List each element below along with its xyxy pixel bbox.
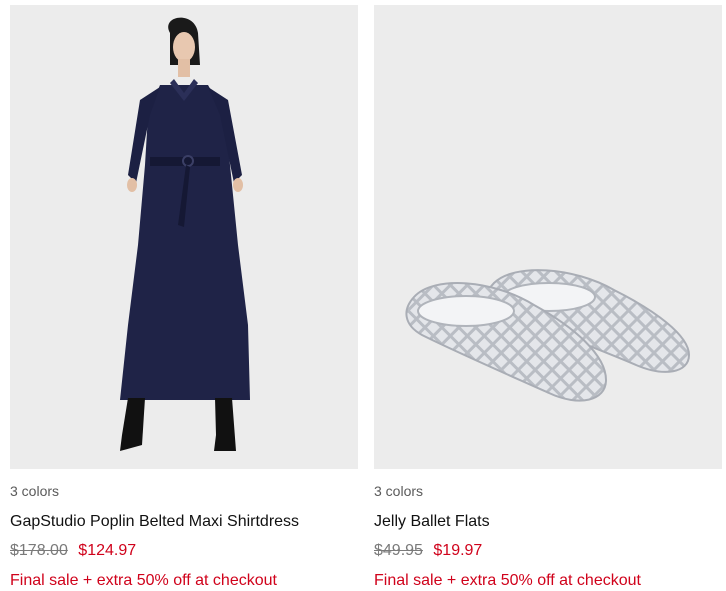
color-count: 3 colors	[374, 483, 424, 499]
model-dress-illustration	[10, 5, 358, 469]
product-name[interactable]: GapStudio Poplin Belted Maxi Shirtdress	[10, 513, 299, 531]
color-count: 3 colors	[10, 483, 60, 499]
jelly-flats-illustration	[374, 5, 722, 469]
product-image-shirtdress[interactable]	[10, 5, 358, 469]
price-row: $178.00 $124.97	[10, 542, 136, 560]
product-card-shirtdress[interactable]: 3 colors GapStudio Poplin Belted Maxi Sh…	[10, 5, 358, 589]
original-price: $178.00	[10, 542, 68, 559]
promo-text: Final sale + extra 50% off at checkout	[10, 572, 277, 589]
promo-text: Final sale + extra 50% off at checkout	[374, 572, 641, 589]
product-name[interactable]: Jelly Ballet Flats	[374, 513, 490, 531]
price-row: $49.95 $19.97	[374, 542, 482, 560]
sale-price: $124.97	[78, 542, 137, 559]
original-price: $49.95	[374, 542, 423, 559]
product-card-ballet-flats[interactable]: 3 colors Jelly Ballet Flats $49.95 $19.9…	[374, 5, 722, 589]
sale-price: $19.97	[433, 542, 483, 559]
product-image-ballet-flats[interactable]	[374, 5, 722, 469]
